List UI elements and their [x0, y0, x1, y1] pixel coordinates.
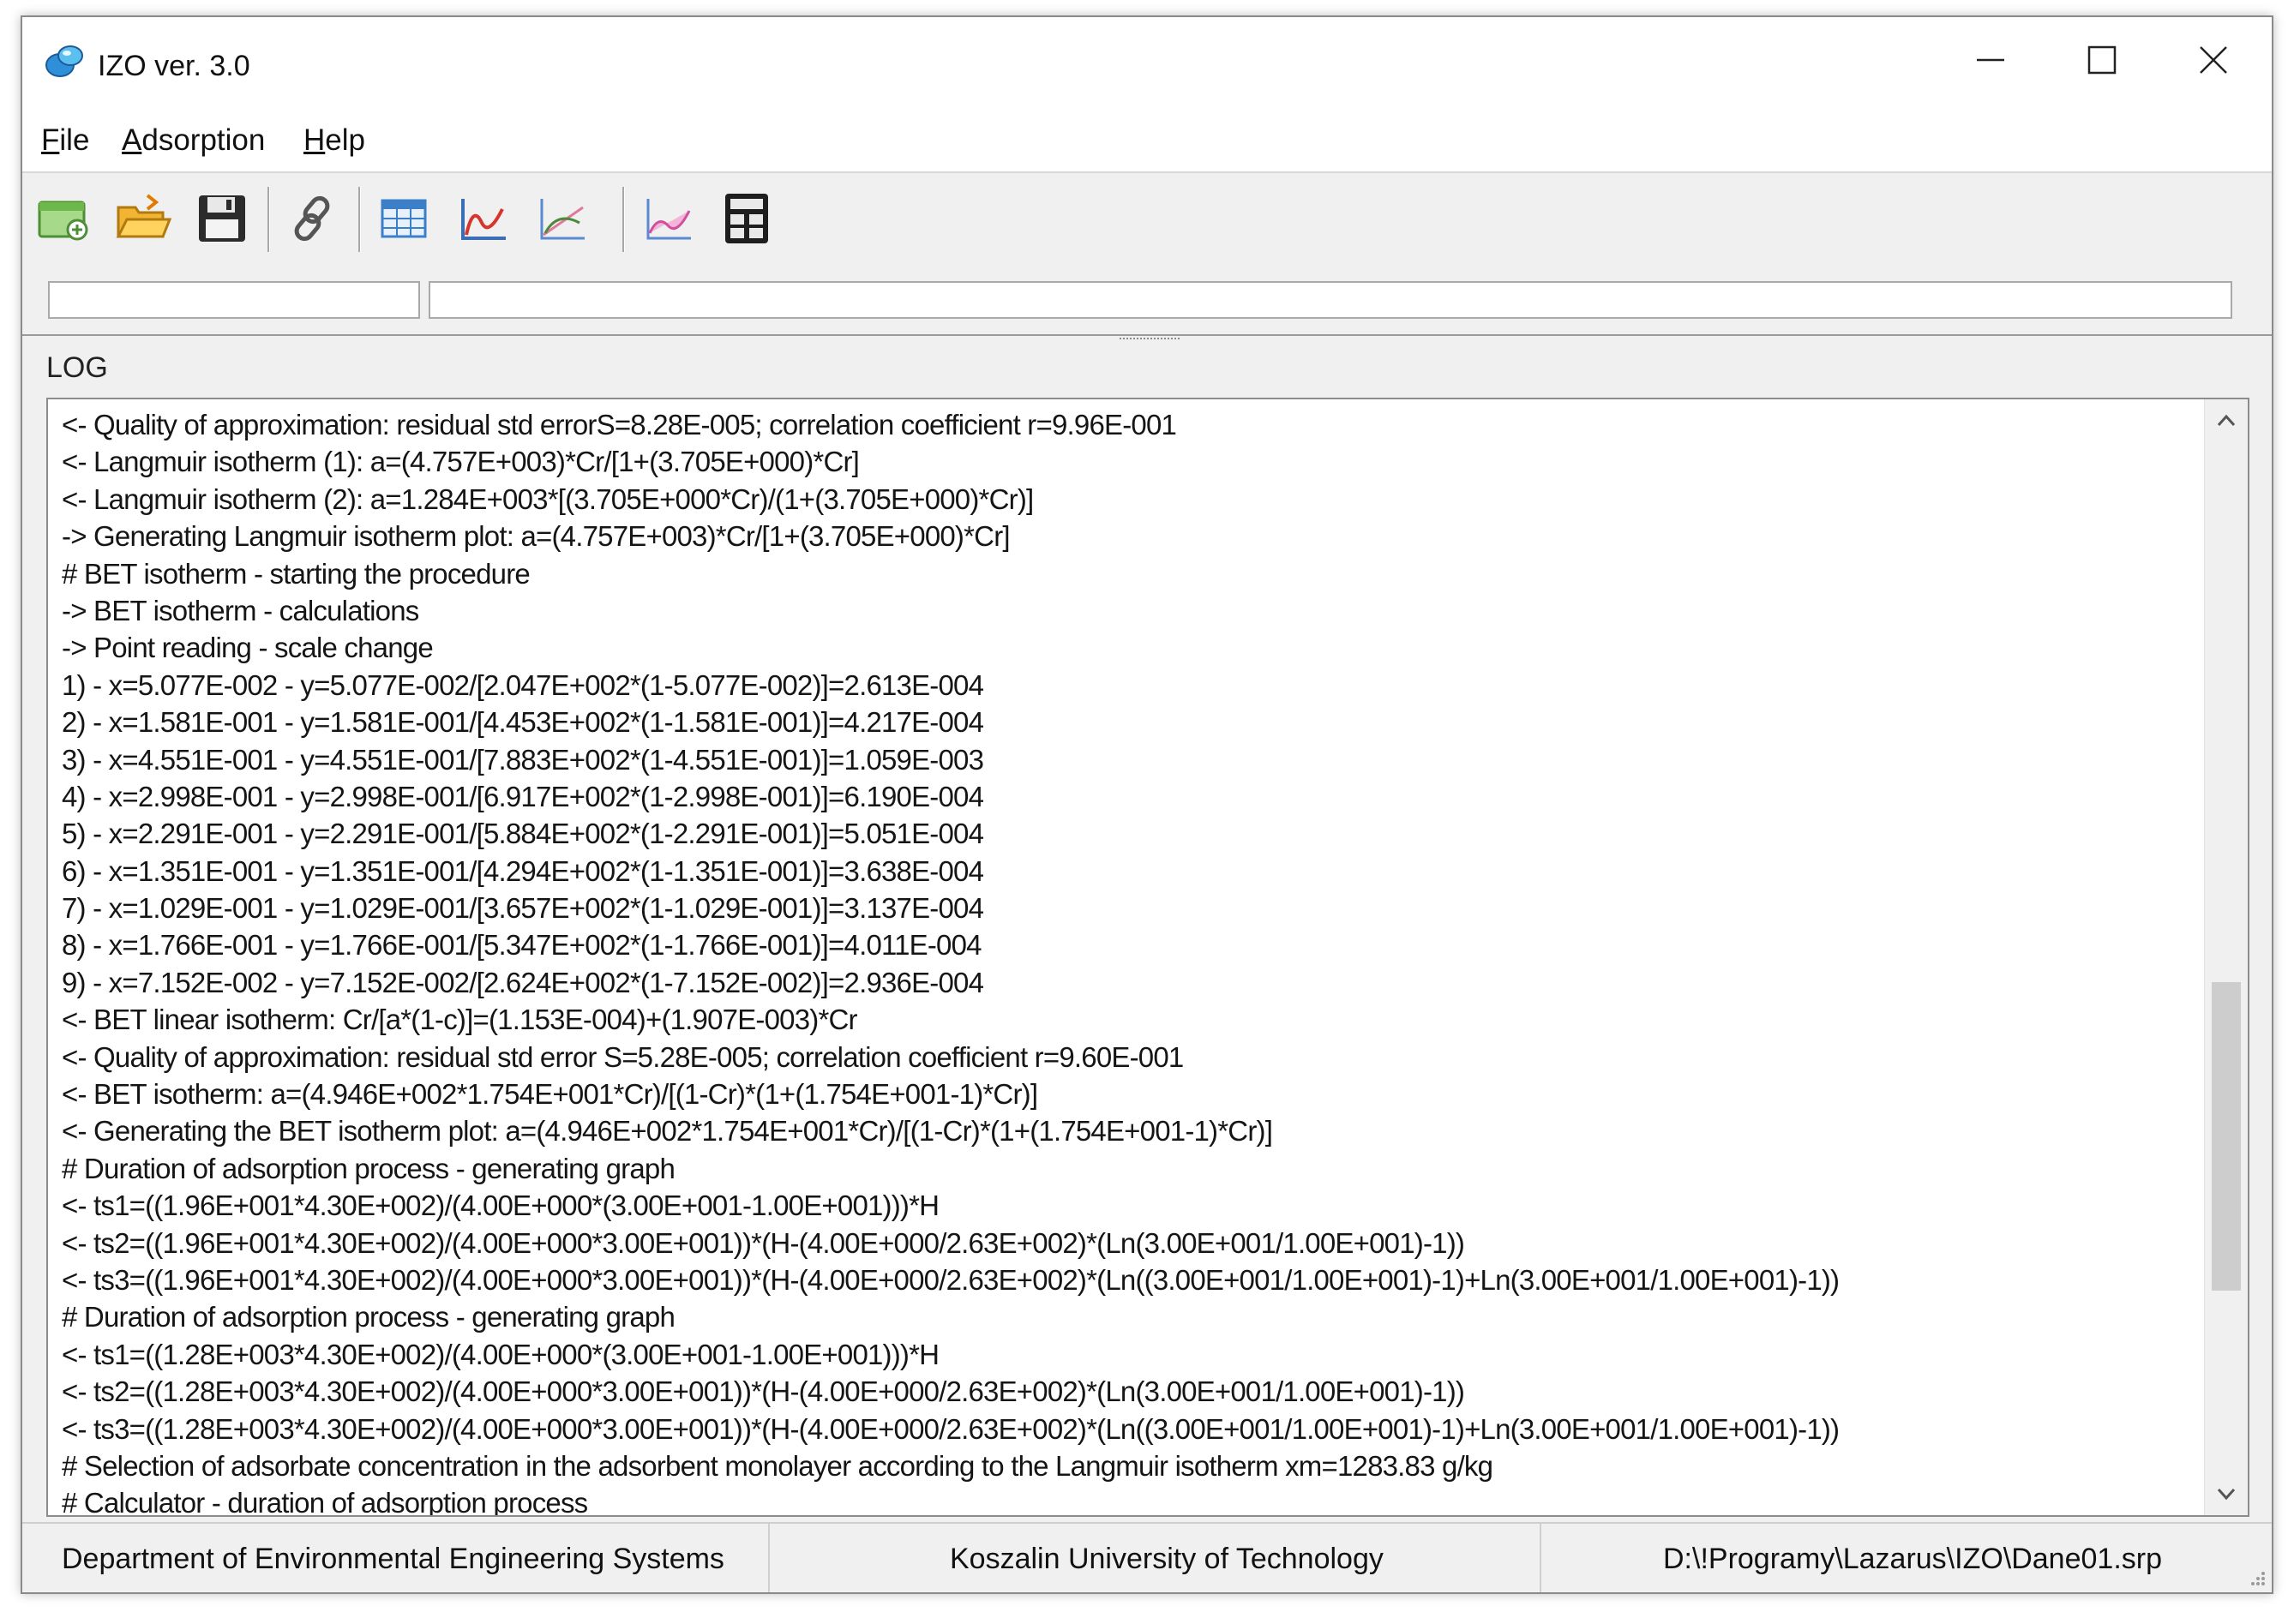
save-button[interactable] — [192, 189, 252, 249]
status-department: Department of Environmental Engineering … — [62, 1543, 724, 1575]
toolbar — [22, 173, 2272, 264]
linear-chart-icon — [540, 199, 585, 240]
link-icon — [294, 195, 330, 242]
log-line: # Calculator - duration of adsorption pr… — [62, 1487, 588, 1517]
window-title: IZO ver. 3.0 — [98, 50, 250, 82]
log-line: 2) - x=1.581E-001 - y=1.581E-001/[4.453E… — [62, 706, 984, 739]
log-line: <- ts3=((1.28E+003*4.30E+002)/(4.00E+000… — [62, 1412, 1840, 1445]
status-panel-file: D:\!Programy\Lazarus\IZO\Dane01.srp — [1540, 1524, 2268, 1592]
log-line: <- BET linear isotherm: Cr/[a*(1-c)]=(1.… — [62, 1004, 858, 1036]
menu-adsorption-label: dsorption — [141, 123, 266, 157]
log-groupbox: LOG <- Quality of approximation: residua… — [22, 346, 2272, 1522]
save-disk-icon — [199, 195, 245, 242]
log-line: <- Generating the BET isotherm plot: a=(… — [62, 1115, 1273, 1148]
vertical-scrollbar[interactable] — [2204, 399, 2248, 1515]
link-button[interactable] — [283, 189, 343, 249]
log-line: 9) - x=7.152E-002 - y=7.152E-002/[2.624E… — [62, 966, 984, 998]
calculator-button[interactable] — [717, 189, 777, 249]
log-line: <- BET isotherm: a=(4.946E+002*1.754E+00… — [62, 1078, 1038, 1111]
isotherm-chart-button[interactable] — [453, 189, 513, 249]
log-line: # Duration of adsorption process - gener… — [62, 1301, 676, 1333]
menu-adsorption[interactable]: Adsorption — [122, 123, 265, 158]
status-panel-department: Department of Environmental Engineering … — [22, 1524, 770, 1592]
scroll-down-button[interactable] — [2205, 1472, 2248, 1515]
calculator-icon — [725, 194, 768, 243]
table-button[interactable] — [374, 189, 434, 249]
close-icon — [2200, 46, 2227, 74]
log-line: <- Quality of approximation: residual st… — [62, 1040, 1184, 1073]
status-university: Koszalin University of Technology — [950, 1543, 1384, 1575]
minimize-button[interactable] — [1936, 17, 2047, 103]
log-line: 5) - x=2.291E-001 - y=2.291E-001/[5.884E… — [62, 818, 984, 850]
log-line: <- Langmuir isotherm (1): a=(4.757E+003)… — [62, 446, 860, 478]
status-file-path: D:\!Programy\Lazarus\IZO\Dane01.srp — [1663, 1543, 2163, 1575]
menu-bar: File Adsorption Help — [22, 103, 2272, 173]
menu-file-label: ile — [59, 123, 90, 157]
log-line: -> Point reading - scale change — [62, 632, 434, 664]
menu-file-accel: F — [41, 123, 60, 157]
scroll-up-button[interactable] — [2205, 399, 2248, 442]
size-grip-icon[interactable] — [2246, 1567, 2267, 1587]
log-line: <- ts2=((1.28E+003*4.30E+002)/(4.00E+000… — [62, 1375, 1465, 1408]
splitter-grip — [1120, 338, 1180, 343]
menu-help-accel: H — [303, 123, 326, 157]
open-folder-icon — [116, 194, 172, 238]
toolbar-separator — [267, 187, 270, 252]
menu-file[interactable]: File — [41, 123, 89, 158]
chevron-down-icon — [2217, 1488, 2236, 1501]
log-line: 4) - x=2.998E-001 - y=2.998E-001/[6.917E… — [62, 780, 984, 812]
title-bar[interactable]: IZO ver. 3.0 — [22, 17, 2272, 103]
chevron-up-icon — [2217, 414, 2236, 427]
plot-button[interactable] — [638, 189, 698, 249]
toolbar-separator — [622, 187, 625, 252]
maximize-button[interactable] — [2047, 17, 2159, 103]
log-line: -> Generating Langmuir isotherm plot: a=… — [62, 520, 1011, 553]
log-line: <- Langmuir isotherm (2): a=1.284E+003*[… — [62, 482, 1034, 515]
log-memo[interactable]: <- Quality of approximation: residual st… — [46, 398, 2249, 1517]
maximize-icon — [2087, 45, 2117, 75]
linear-chart-button[interactable] — [531, 189, 592, 249]
log-line: # Selection of adsorbate concentration i… — [62, 1449, 1493, 1482]
main-window: IZO ver. 3.0 File Adsorption Help LOG <-… — [21, 15, 2273, 1594]
log-lines: <- Quality of approximation: residual st… — [62, 406, 2196, 1517]
log-line: 3) - x=4.551E-001 - y=4.551E-001/[7.883E… — [62, 743, 984, 776]
menu-adsorption-accel: A — [122, 123, 142, 157]
log-line: <- ts1=((1.96E+001*4.30E+002)/(4.00E+000… — [62, 1190, 940, 1222]
log-line: -> BET isotherm - calculations — [62, 594, 419, 626]
log-label: LOG — [46, 351, 108, 384]
log-line: <- ts3=((1.96E+001*4.30E+002)/(4.00E+000… — [62, 1263, 1840, 1296]
status-bar: Department of Environmental Engineering … — [22, 1522, 2272, 1592]
toolbar-separator — [358, 187, 361, 252]
app-logo-icon — [45, 45, 83, 77]
input-row — [22, 264, 2272, 333]
status-panel-university: Koszalin University of Technology — [768, 1524, 1541, 1592]
log-line: <- ts1=((1.28E+003*4.30E+002)/(4.00E+000… — [62, 1338, 940, 1370]
log-line: # Duration of adsorption process - gener… — [62, 1152, 676, 1184]
minimize-icon — [1977, 58, 2004, 62]
log-line: 7) - x=1.029E-001 - y=1.029E-001/[3.657E… — [62, 892, 984, 925]
open-button[interactable] — [113, 189, 173, 249]
log-line: <- Quality of approximation: residual st… — [62, 409, 1177, 440]
menu-help-label: elp — [325, 123, 365, 157]
scroll-thumb[interactable] — [2212, 982, 2241, 1291]
close-button[interactable] — [2159, 17, 2270, 103]
new-data-icon — [38, 201, 88, 241]
new-data-button[interactable] — [34, 189, 94, 249]
menu-help[interactable]: Help — [303, 123, 365, 158]
log-line: 8) - x=1.766E-001 - y=1.766E-001/[5.347E… — [62, 929, 982, 962]
log-line: 6) - x=1.351E-001 - y=1.351E-001/[4.294E… — [62, 854, 984, 887]
plot-icon — [646, 199, 691, 240]
isotherm-chart-icon — [461, 199, 506, 240]
log-line: 1) - x=5.077E-002 - y=5.077E-002/[2.047E… — [62, 668, 984, 701]
table-icon — [381, 199, 427, 238]
log-line: # BET isotherm - starting the procedure — [62, 557, 531, 590]
log-line: <- ts2=((1.96E+001*4.30E+002)/(4.00E+000… — [62, 1226, 1465, 1259]
short-input-field[interactable] — [48, 281, 420, 319]
long-input-field[interactable] — [429, 281, 2232, 319]
